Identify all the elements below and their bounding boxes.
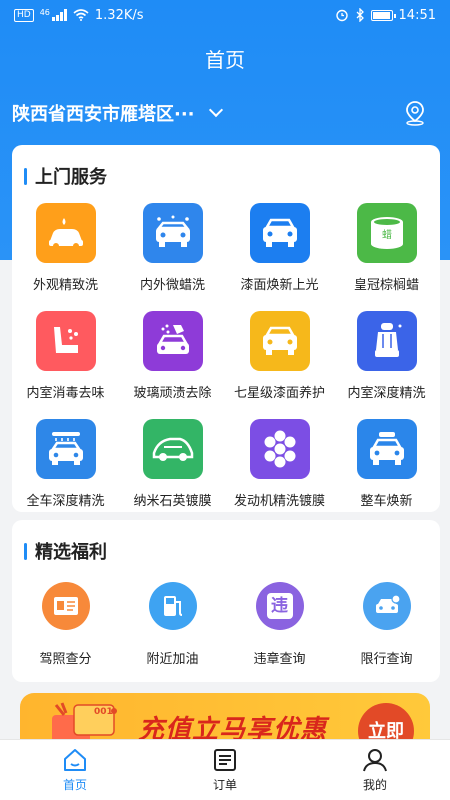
violation-icon: 违 <box>255 582 304 630</box>
license-icon <box>41 582 90 630</box>
svg-text:蜡: 蜡 <box>382 229 392 241</box>
network-type: 46 <box>39 7 50 17</box>
restriction-icon <box>362 582 411 630</box>
service-item[interactable]: 纳米石英镀膜 <box>119 419 226 509</box>
car-seat-icon <box>356 311 417 371</box>
location-selector[interactable]: 陕西省西安市雁塔区··· <box>12 100 223 126</box>
service-item[interactable]: 七星级漆面养护 <box>226 311 333 401</box>
signal-icon <box>51 9 67 21</box>
alarm-icon <box>335 9 348 22</box>
wifi-icon <box>73 9 89 21</box>
service-item[interactable]: 整车焕新 <box>333 419 440 509</box>
tab-profile[interactable]: 我的 <box>300 740 450 800</box>
service-item[interactable]: 蜡 皇冠棕榈蜡 <box>333 203 440 293</box>
service-item[interactable]: 内室消毒去味 <box>12 311 119 401</box>
car-renew-icon <box>356 419 417 479</box>
service-item[interactable]: 内室深度精洗 <box>333 311 440 401</box>
benefit-item[interactable]: 违 违章查询 <box>226 582 333 667</box>
service-item[interactable]: 外观精致洗 <box>12 203 119 293</box>
fuel-pump-icon <box>148 582 197 630</box>
car-shower-icon <box>35 419 96 479</box>
clock: 14:51 <box>398 7 436 23</box>
bluetooth-icon <box>356 8 364 22</box>
wax-can-icon: 蜡 <box>356 203 417 263</box>
tab-orders[interactable]: 订单 <box>150 740 300 800</box>
engine-honeycomb-icon <box>249 419 310 479</box>
service-item[interactable]: 全车深度精洗 <box>12 419 119 509</box>
services-title: 上门服务 <box>12 145 440 189</box>
battery-icon <box>370 9 396 21</box>
benefit-item[interactable]: 附近加油 <box>119 582 226 667</box>
service-item[interactable]: 玻璃顽渍去除 <box>119 311 226 401</box>
status-bar: HD 46 1.32K/s 14:51 <box>0 0 450 30</box>
tab-bar: 首页 订单 我的 <box>0 739 450 800</box>
title-accent-bar <box>24 542 27 560</box>
network-speed: 1.32K/s <box>94 7 144 23</box>
title-accent-bar <box>24 167 27 185</box>
car-care-icon <box>249 311 310 371</box>
seat-disinfect-icon <box>35 311 96 371</box>
benefit-item[interactable]: 限行查询 <box>333 582 440 667</box>
service-item[interactable]: 内外微蜡洗 <box>119 203 226 293</box>
profile-icon <box>363 749 387 772</box>
banner-card-number: 001 <box>94 707 113 717</box>
tab-home[interactable]: 首页 <box>0 740 150 800</box>
services-grid: 外观精致洗 内外微蜡洗 漆面焕新上光 蜡 皇冠棕榈蜡 内室消毒去味 玻璃顽渍去除… <box>12 203 440 509</box>
benefits-card: 精选福利 驾照查分 附近加油 违 违章查询 限行查询 <box>12 520 440 682</box>
benefits-grid: 驾照查分 附近加油 违 违章查询 限行查询 <box>12 582 440 667</box>
chevron-down-icon <box>208 102 223 118</box>
map-pin-icon[interactable] <box>404 100 426 126</box>
location-text: 陕西省西安市雁塔区··· <box>12 104 195 125</box>
hd-badge: HD <box>14 8 34 22</box>
benefits-title: 精选福利 <box>12 520 440 564</box>
car-wash-icon <box>35 203 96 263</box>
car-sparkle-icon <box>142 203 203 263</box>
services-card: 上门服务 外观精致洗 内外微蜡洗 漆面焕新上光 蜡 皇冠棕榈蜡 内室消毒去味 玻… <box>12 145 440 512</box>
page-title: 首页 <box>205 48 245 72</box>
service-item[interactable]: 发动机精洗镀膜 <box>226 419 333 509</box>
service-item[interactable]: 漆面焕新上光 <box>226 203 333 293</box>
glass-clean-icon <box>142 311 203 371</box>
car-coating-icon <box>142 419 203 479</box>
home-icon <box>64 749 86 771</box>
benefit-item[interactable]: 驾照查分 <box>12 582 119 667</box>
car-front-icon <box>249 203 310 263</box>
order-icon <box>214 749 236 771</box>
